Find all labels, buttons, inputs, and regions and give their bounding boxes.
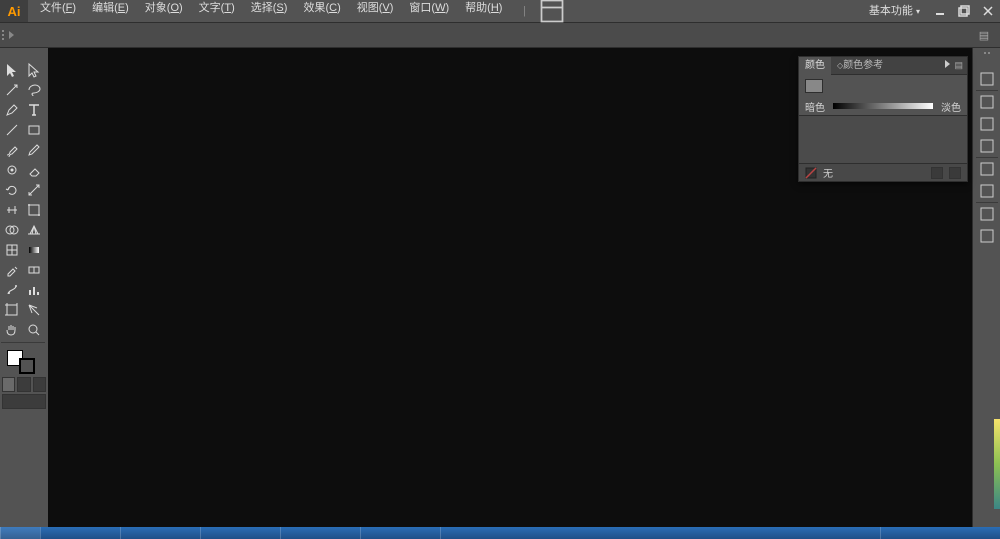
menu-edit[interactable]: 编辑(E): [84, 0, 137, 19]
panel-footer: 无: [799, 163, 967, 181]
harmony-swatches[interactable]: [799, 115, 967, 163]
menu-type[interactable]: 文字(T): [191, 0, 243, 19]
draw-normal[interactable]: [2, 377, 15, 392]
workspace-switcher[interactable]: 基本功能 ▾: [861, 0, 928, 22]
draw-mode-row: [1, 376, 47, 393]
tool-shape-builder[interactable]: [1, 220, 23, 240]
panel-tab-bar: 颜色 ◇颜色参考 ▤: [799, 57, 967, 75]
tool-free-transform[interactable]: [23, 200, 45, 220]
menu: 文件(F) 编辑(E) 对象(O) 文字(T) 选择(S) 效果(C) 视图(V…: [32, 0, 566, 25]
none-swatch-icon[interactable]: [805, 167, 819, 179]
tab-color[interactable]: 颜色: [799, 57, 831, 75]
new-color-group-icon[interactable]: [931, 167, 943, 179]
taskbar-item[interactable]: [120, 527, 200, 539]
save-to-swatches-icon[interactable]: [949, 167, 961, 179]
color-panel: 颜色 ◇颜色参考 ▤ 暗色 淡色 无: [798, 56, 968, 182]
app-icon: Ai: [0, 0, 28, 22]
tool-magic-wand[interactable]: [1, 80, 23, 100]
panel-menu-icon[interactable]: ▤: [954, 60, 963, 71]
color-panel-icon[interactable]: [976, 68, 998, 90]
tools-panel: [0, 48, 48, 527]
menu-effect[interactable]: 效果(C): [295, 0, 348, 19]
tool-lasso[interactable]: [23, 80, 45, 100]
symbols-panel-icon[interactable]: [976, 135, 998, 157]
minimize-button[interactable]: [928, 2, 952, 20]
taskbar-item[interactable]: [280, 527, 360, 539]
tool-column-graph[interactable]: [23, 280, 45, 300]
menu-bar: Ai 文件(F) 编辑(E) 对象(O) 文字(T) 选择(S) 效果(C) 视…: [0, 0, 1000, 22]
swatches-panel-icon[interactable]: [976, 91, 998, 113]
tool-pen[interactable]: [1, 100, 23, 120]
tool-mesh[interactable]: [1, 240, 23, 260]
taskbar-tray[interactable]: [880, 527, 1000, 539]
app-icon-text: Ai: [8, 4, 21, 19]
tool-symbol-sprayer[interactable]: [1, 280, 23, 300]
draw-behind[interactable]: [17, 377, 30, 392]
panel-body: 暗色 淡色: [799, 75, 967, 115]
menu-object[interactable]: 对象(O): [137, 0, 191, 19]
menu-view[interactable]: 视图(V): [349, 0, 402, 19]
tool-slice[interactable]: [23, 300, 45, 320]
maximize-button[interactable]: [952, 2, 976, 20]
tool-width[interactable]: [1, 200, 23, 220]
panel-collapse-icon[interactable]: [945, 60, 950, 68]
appearance-panel-icon[interactable]: [976, 203, 998, 225]
tool-rotate[interactable]: [1, 180, 23, 200]
light-label: 淡色: [933, 99, 961, 114]
tab-color-guide[interactable]: ◇颜色参考: [831, 57, 889, 75]
menu-window[interactable]: 窗口(W): [401, 0, 457, 19]
tool-artboard[interactable]: [1, 300, 23, 320]
tool-blob-brush[interactable]: [1, 160, 23, 180]
none-label: 无: [823, 165, 833, 180]
tool-paintbrush[interactable]: [1, 140, 23, 160]
fill-stroke-swatch[interactable]: [1, 348, 47, 376]
dark-label: 暗色: [805, 99, 833, 114]
brush-panel-icon[interactable]: [976, 113, 998, 135]
control-bar-grip[interactable]: [0, 23, 8, 47]
tool-eyedropper[interactable]: [1, 260, 23, 280]
color-spectrum-strip[interactable]: [994, 419, 1000, 509]
tint-slider-row: 暗色 淡色: [805, 99, 961, 113]
screen-mode-row: [1, 393, 47, 410]
menu-file[interactable]: 文件(F): [32, 0, 84, 19]
topbar-right: 基本功能 ▾: [861, 0, 1000, 22]
taskbar-start[interactable]: [0, 527, 40, 539]
os-taskbar: [0, 527, 1000, 539]
tool-type[interactable]: [23, 100, 45, 120]
screen-mode[interactable]: [2, 394, 46, 409]
tools-grip[interactable]: [0, 48, 48, 58]
panel-controls: ▤: [945, 60, 967, 71]
tool-blend[interactable]: [23, 260, 45, 280]
fill-stroke-preview[interactable]: [805, 79, 823, 93]
arrange-documents-icon[interactable]: [538, 0, 566, 25]
tool-zoom[interactable]: [23, 320, 45, 340]
menu-help[interactable]: 帮助(H): [457, 0, 510, 19]
dock-grip[interactable]: [979, 52, 995, 56]
close-button[interactable]: [976, 2, 1000, 20]
tool-direct-selection[interactable]: [23, 60, 45, 80]
taskbar-item[interactable]: [200, 527, 280, 539]
tint-slider[interactable]: [833, 103, 933, 109]
tool-eraser[interactable]: [23, 160, 45, 180]
taskbar-item[interactable]: [40, 527, 120, 539]
graphic-styles-panel-icon[interactable]: [976, 180, 998, 202]
taskbar-space: [440, 527, 880, 539]
menu-separator: |: [510, 0, 538, 25]
layers-panel-icon[interactable]: [976, 225, 998, 247]
control-bar-menu-icon[interactable]: ▤: [974, 25, 994, 45]
no-selection-indicator: [8, 26, 14, 44]
tool-selection[interactable]: [1, 60, 23, 80]
tool-gradient[interactable]: [23, 240, 45, 260]
tool-perspective-grid[interactable]: [23, 220, 45, 240]
tool-rectangle[interactable]: [23, 120, 45, 140]
menu-select[interactable]: 选择(S): [243, 0, 296, 19]
tool-pencil[interactable]: [23, 140, 45, 160]
draw-inside[interactable]: [33, 377, 46, 392]
taskbar-item[interactable]: [360, 527, 440, 539]
control-bar: ▤: [0, 22, 1000, 48]
stroke-panel-icon[interactable]: [976, 158, 998, 180]
tool-scale[interactable]: [23, 180, 45, 200]
tool-line-segment[interactable]: [1, 120, 23, 140]
tool-hand[interactable]: [1, 320, 23, 340]
